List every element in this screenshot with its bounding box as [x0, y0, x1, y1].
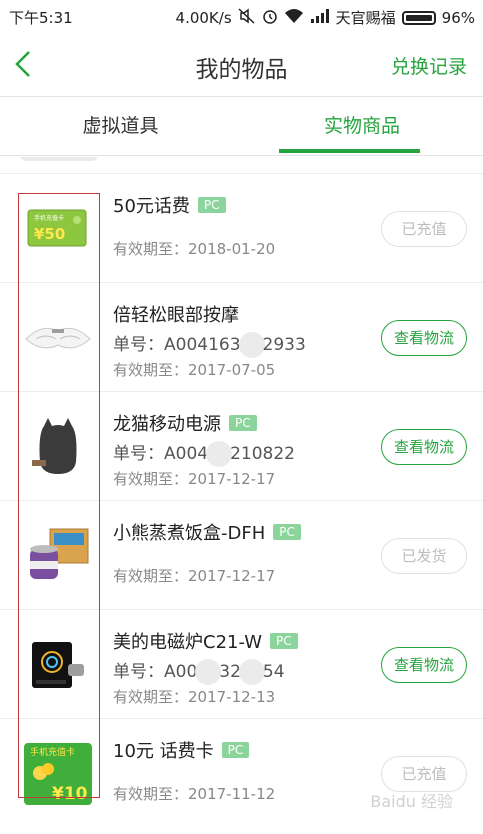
recharge-card-10-icon: 手机充值卡 ¥10 [22, 737, 94, 809]
item-name: 10元 话费卡 [113, 741, 214, 762]
order-prefix: 单号：A004 [113, 444, 209, 464]
tab-physical-goods[interactable]: 实物商品 [241, 97, 483, 155]
item-list[interactable]: 手机充值卡 ¥50 50元话费 PC 有效期至：2018-01-20 已充值 倍… [0, 157, 483, 834]
item-expiry: 有效期至：2017-11-12 [113, 785, 276, 803]
tab-virtual-items[interactable]: 虚拟道具 [0, 97, 241, 155]
view-logistics-button[interactable]: 查看物流 [381, 647, 467, 683]
item-name: 倍轻松眼部按摩 [113, 305, 239, 326]
order-prefix: 单号：A004163 [113, 335, 241, 355]
view-logistics-button[interactable]: 查看物流 [381, 429, 467, 465]
app-header: 我的物品 兑换记录 [0, 34, 483, 97]
view-logistics-button[interactable]: 查看物流 [381, 320, 467, 356]
card50-title: 手机充值卡 [34, 214, 64, 222]
privacy-blur [195, 659, 222, 685]
shipped-button[interactable]: 已发货 [381, 538, 467, 574]
item-expiry: 有效期至：2018-01-20 [113, 240, 276, 258]
induction-cooker-icon [22, 628, 94, 700]
pc-badge: PC [273, 524, 301, 540]
pc-badge: PC [229, 415, 257, 431]
card50-value: ¥50 [34, 225, 65, 243]
partial-list-item [0, 157, 483, 173]
order-suffix-2: 54 [262, 662, 285, 682]
item-order-number: 单号：A00 32 54 [113, 657, 285, 685]
item-order-number: 单号：A004163 2933 [113, 330, 306, 358]
pc-badge: PC [270, 633, 298, 649]
privacy-blur [206, 441, 233, 467]
item-expiry: 有效期至：2017-12-17 [113, 567, 276, 585]
order-suffix: 2933 [262, 335, 306, 355]
signal-icon [310, 8, 330, 27]
item-name: 美的电磁炉C21-W [113, 632, 263, 653]
order-suffix: 32 [219, 662, 241, 682]
totoro-power-bank-icon [22, 410, 94, 482]
item-expiry: 有效期至：2017-07-05 [113, 361, 276, 379]
alarm-icon [262, 8, 278, 28]
privacy-blur [238, 332, 265, 358]
tab-bar: 虚拟道具 实物商品 [0, 97, 483, 156]
status-time: 下午5:31 [9, 9, 73, 27]
privacy-blur [238, 659, 265, 685]
card10-value: ¥10 [52, 784, 88, 804]
status-bar: 下午5:31 4.00K/s 天官赐福 96% [0, 0, 483, 34]
order-suffix: 210822 [230, 444, 295, 464]
pc-badge: PC [197, 197, 226, 213]
list-item[interactable]: 小熊蒸煮饭盒-DFH PC 有效期至：2017-12-17 已发货 [0, 500, 483, 610]
battery-icon [401, 10, 436, 25]
status-indicators: 4.00K/s 天官赐福 96% [176, 7, 475, 28]
item-expiry: 有效期至：2017-12-13 [113, 688, 276, 706]
card10-title: 手机充值卡 [30, 746, 75, 758]
eye-massager-icon [22, 301, 94, 373]
recharged-button[interactable]: 已充值 [381, 756, 467, 792]
lunch-box-icon [22, 519, 94, 591]
list-item[interactable]: 手机充值卡 ¥10 10元 话费卡 PC 有效期至：2017-11-12 已充值 [0, 718, 483, 828]
list-item[interactable]: 倍轻松眼部按摩 单号：A004163 2933 有效期至：2017-07-05 查… [0, 282, 483, 392]
list-item[interactable]: 手机充值卡 ¥50 50元话费 PC 有效期至：2018-01-20 已充值 [0, 173, 483, 283]
carrier-name: 天官赐福 [335, 9, 396, 27]
order-prefix: 单号：A00 [113, 662, 198, 682]
item-name: 龙猫移动电源 [113, 414, 221, 435]
network-speed: 4.00K/s [175, 8, 232, 27]
pc-badge: PC [221, 742, 250, 758]
item-name: 50元话费 [113, 196, 190, 217]
recharge-card-50-icon: 手机充值卡 ¥50 [22, 192, 94, 264]
item-name: 小熊蒸煮饭盒-DFH [113, 523, 266, 544]
exchange-record-link[interactable]: 兑换记录 [391, 52, 467, 79]
battery-level: 96% [441, 8, 475, 27]
wifi-icon [284, 8, 304, 28]
mute-icon [238, 7, 256, 28]
active-tab-indicator [279, 149, 420, 153]
list-item[interactable]: 龙猫移动电源 PC 单号：A004 210822 有效期至：2017-12-17 … [0, 391, 483, 501]
item-order-number: 单号：A004 210822 [113, 439, 295, 467]
recharged-button[interactable]: 已充值 [381, 211, 467, 247]
list-item[interactable]: 美的电磁炉C21-W PC 单号：A00 32 54 有效期至：2017-12-13… [0, 609, 483, 719]
item-expiry: 有效期至：2017-12-17 [113, 470, 276, 488]
